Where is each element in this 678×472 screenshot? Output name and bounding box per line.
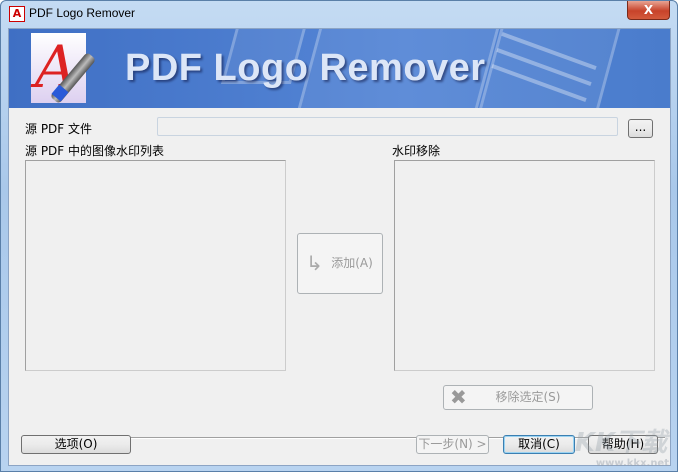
x-delete-icon: ✖: [450, 385, 467, 409]
browse-button[interactable]: ...: [628, 119, 653, 138]
banner: A PDF Logo Remover: [9, 29, 670, 108]
options-button[interactable]: 选项(O): [21, 435, 131, 454]
source-file-label: 源 PDF 文件: [25, 122, 93, 136]
arrow-right-icon: ↳: [306, 251, 323, 275]
app-window: A PDF Logo Remover X A PDF Logo Remover …: [0, 0, 678, 472]
remove-selected-label: 移除选定(S): [495, 390, 561, 404]
pdf-app-icon: A: [9, 6, 25, 22]
right-list-label: 水印移除: [392, 144, 441, 158]
window-title: PDF Logo Remover: [29, 6, 136, 20]
add-button-label: 添加(A): [331, 256, 373, 270]
left-list-label: 源 PDF 中的图像水印列表: [25, 144, 165, 158]
image-watermark-list[interactable]: [25, 160, 286, 371]
cancel-button[interactable]: 取消(C): [503, 435, 575, 454]
watermark-brand: KK下载: [574, 428, 667, 458]
source-file-input[interactable]: [157, 117, 618, 136]
remove-selected-button[interactable]: ✖ 移除选定(S): [443, 385, 593, 410]
watermark-url: www.kkx.net: [595, 458, 669, 469]
close-button[interactable]: X: [627, 1, 670, 20]
watermark-remove-list[interactable]: [394, 160, 655, 371]
dialog-client: A PDF Logo Remover 源 PDF 文件 ... 源 PDF 中的…: [8, 28, 671, 466]
add-button[interactable]: ↳ 添加(A): [297, 233, 383, 294]
next-button[interactable]: 下一步(N) >: [416, 435, 489, 454]
banner-title: PDF Logo Remover: [125, 47, 486, 89]
